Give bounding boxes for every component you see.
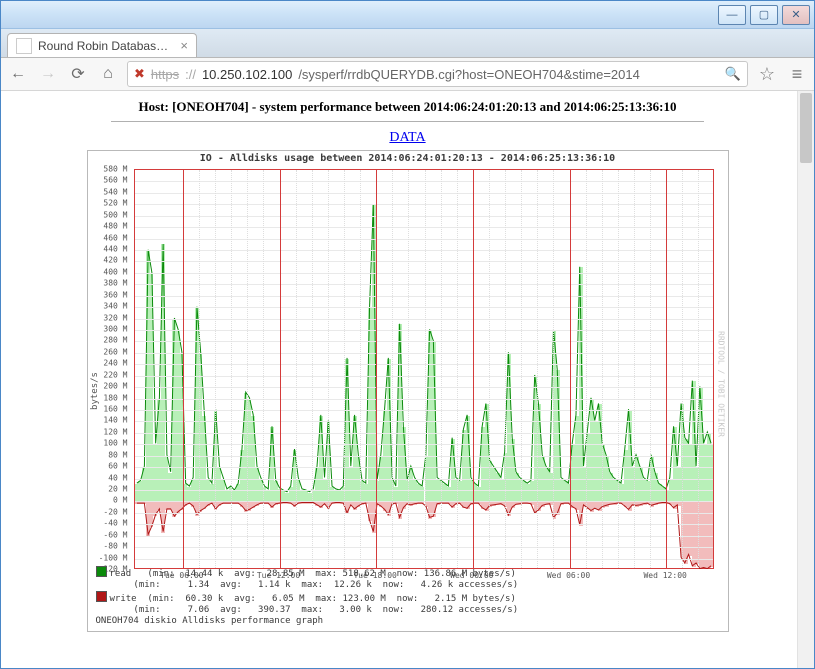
browser-window: — ▢ ✕ Round Robin Database Qu × ← → ⟳ ⌂ … — [0, 0, 815, 669]
window-titlebar: — ▢ ✕ — [1, 1, 814, 29]
page-title: Host: [ONEOH704] - system performance be… — [111, 99, 704, 115]
home-button[interactable]: ⌂ — [97, 63, 119, 85]
browser-toolbar: ← → ⟳ ⌂ ✖ https://10.250.102.100/sysperf… — [1, 58, 814, 91]
page-body: Host: [ONEOH704] - system performance be… — [1, 91, 814, 632]
vertical-scrollbar[interactable] — [797, 91, 814, 668]
reload-button[interactable]: ⟳ — [67, 63, 89, 85]
maximize-button[interactable]: ▢ — [750, 5, 778, 25]
tab-strip: Round Robin Database Qu × — [1, 29, 814, 58]
forward-button[interactable]: → — [37, 63, 59, 85]
ssl-warning-icon: ✖ — [134, 66, 145, 82]
scrollbar-thumb[interactable] — [800, 93, 812, 163]
close-button[interactable]: ✕ — [782, 5, 810, 25]
search-icon[interactable]: 🔍 — [725, 66, 741, 82]
menu-button[interactable]: ≡ — [786, 63, 808, 85]
url-host: 10.250.102.100 — [202, 67, 292, 82]
chart-lines — [135, 170, 713, 569]
minimize-button[interactable]: — — [718, 5, 746, 25]
url-path: /sysperf/rrdbQUERYDB.cgi?host=ONEOH704&s… — [298, 67, 640, 82]
divider — [111, 121, 704, 122]
back-button[interactable]: ← — [7, 63, 29, 85]
chart-grid — [134, 169, 714, 569]
tab-favicon — [16, 38, 32, 54]
url-protocol: https — [151, 67, 179, 82]
rrdtool-graph: IO - Alldisks usage between 2014:06:24:0… — [87, 150, 729, 632]
y-axis-ticks: -120 M-100 M-80 M-60 M-40 M-20 M0 M20 M4… — [94, 169, 130, 569]
address-bar[interactable]: ✖ https://10.250.102.100/sysperf/rrdbQUE… — [127, 61, 748, 87]
rrdtool-watermark: RRDTOOL / TOBI OETIKER — [716, 171, 726, 596]
chart-legend: read (min: 14.44 k avg: 28.85 M max: 518… — [96, 566, 718, 627]
browser-tab[interactable]: Round Robin Database Qu × — [7, 33, 197, 57]
bookmark-star-icon[interactable]: ☆ — [756, 63, 778, 85]
chart-title: IO - Alldisks usage between 2014:06:24:0… — [88, 153, 728, 164]
tab-close-icon[interactable]: × — [180, 38, 188, 53]
tab-title: Round Robin Database Qu — [38, 39, 174, 53]
page-viewport: Host: [ONEOH704] - system performance be… — [1, 91, 814, 668]
data-link[interactable]: DATA — [21, 130, 794, 146]
plot-area: -120 M-100 M-80 M-60 M-40 M-20 M0 M20 M4… — [134, 169, 714, 569]
